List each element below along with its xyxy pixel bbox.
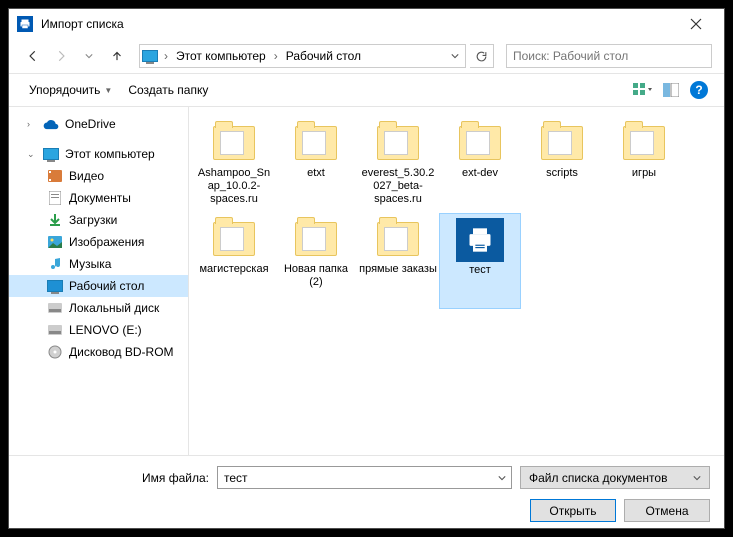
cancel-button[interactable]: Отмена <box>624 499 710 522</box>
folder-icon <box>541 126 583 160</box>
file-label: scripts <box>546 167 578 180</box>
file-item[interactable]: игры <box>603 117 685 213</box>
up-button[interactable] <box>105 44 129 68</box>
tree-local-disk[interactable]: Локальный диск <box>9 297 188 319</box>
file-item[interactable]: магистерская <box>193 213 275 309</box>
filename-dropdown[interactable] <box>493 467 511 488</box>
video-icon <box>47 168 63 184</box>
folder-icon <box>377 126 419 160</box>
file-label: тест <box>469 264 491 277</box>
filename-input[interactable] <box>218 467 493 488</box>
file-label: etxt <box>307 167 325 180</box>
nav-row: › Этот компьютер › Рабочий стол <box>9 39 724 73</box>
close-icon <box>690 18 702 30</box>
file-item[interactable]: ext-dev <box>439 117 521 213</box>
search-input[interactable] <box>513 49 705 63</box>
drive-icon <box>47 322 63 338</box>
cloud-icon <box>43 116 59 132</box>
folder-icon <box>459 126 501 160</box>
tree-this-pc[interactable]: ⌄Этот компьютер <box>9 143 188 165</box>
file-label: магистерская <box>199 263 268 276</box>
tree-downloads[interactable]: Загрузки <box>9 209 188 231</box>
file-dialog: Импорт списка › Этот компьютер › Рабочий… <box>8 8 725 529</box>
document-icon <box>47 190 63 206</box>
breadcrumb-root[interactable]: Этот компьютер <box>174 49 268 63</box>
tree-documents[interactable]: Документы <box>9 187 188 209</box>
filename-combo[interactable] <box>217 466 512 489</box>
file-label: ext-dev <box>462 167 498 180</box>
file-item[interactable]: тест <box>439 213 521 309</box>
refresh-button[interactable] <box>470 44 494 68</box>
disc-icon <box>47 344 63 360</box>
tree-bd[interactable]: Дисковод BD-ROM <box>9 341 188 363</box>
address-bar[interactable]: › Этот компьютер › Рабочий стол <box>139 44 466 68</box>
address-dropdown[interactable] <box>447 49 463 63</box>
toolbar: Упорядочить▼ Создать папку ? <box>9 73 724 107</box>
help-button[interactable]: ? <box>686 78 712 102</box>
filename-label: Имя файла: <box>23 471 209 485</box>
folder-icon <box>213 222 255 256</box>
file-type-filter[interactable]: Файл списка документов <box>520 466 710 489</box>
search-box[interactable] <box>506 44 712 68</box>
folder-icon <box>377 222 419 256</box>
folder-icon <box>623 126 665 160</box>
tree-lenovo[interactable]: LENOVO (E:) <box>9 319 188 341</box>
download-icon <box>47 212 63 228</box>
tree-music[interactable]: Музыка <box>9 253 188 275</box>
file-item[interactable]: etxt <box>275 117 357 213</box>
forward-button[interactable] <box>49 44 73 68</box>
file-item[interactable]: everest_5.30.2027_beta-spaces.ru <box>357 117 439 213</box>
folder-icon <box>295 222 337 256</box>
file-label: Новая папка (2) <box>277 263 355 289</box>
folder-icon <box>295 126 337 160</box>
window-title: Импорт списка <box>41 17 676 31</box>
preview-button[interactable] <box>658 78 684 102</box>
chevron-icon: › <box>272 49 280 63</box>
file-item[interactable]: Новая папка (2) <box>275 213 357 309</box>
body: ›OneDrive ⌄Этот компьютер Видео Документ… <box>9 107 724 455</box>
file-item[interactable]: прямые заказы <box>357 213 439 309</box>
pc-icon <box>142 48 158 64</box>
file-label: everest_5.30.2027_beta-spaces.ru <box>359 167 437 206</box>
file-label: прямые заказы <box>359 263 437 276</box>
tree-desktop[interactable]: Рабочий стол <box>9 275 188 297</box>
drive-icon <box>47 300 63 316</box>
picture-icon <box>47 234 63 250</box>
folder-icon <box>213 126 255 160</box>
desktop-icon <box>47 278 63 294</box>
tree-pictures[interactable]: Изображения <box>9 231 188 253</box>
new-folder-button[interactable]: Создать папку <box>120 79 216 101</box>
file-list[interactable]: Ashampoo_Snap_10.0.2-spaces.ru etxt everes… <box>189 107 724 455</box>
nav-tree: ›OneDrive ⌄Этот компьютер Видео Документ… <box>9 107 189 455</box>
file-label: Ashampoo_Snap_10.0.2-spaces.ru <box>195 167 273 206</box>
chevron-icon: › <box>162 49 170 63</box>
printer-icon <box>17 16 33 32</box>
organize-button[interactable]: Упорядочить▼ <box>21 79 120 101</box>
breadcrumb-location[interactable]: Рабочий стол <box>284 49 363 63</box>
open-button[interactable]: Открыть <box>530 499 616 522</box>
file-item[interactable]: scripts <box>521 117 603 213</box>
printer-icon <box>456 218 504 262</box>
music-icon <box>47 256 63 272</box>
back-button[interactable] <box>21 44 45 68</box>
titlebar: Импорт списка <box>9 9 724 39</box>
tree-onedrive[interactable]: ›OneDrive <box>9 113 188 135</box>
recent-dropdown[interactable] <box>77 44 101 68</box>
help-icon: ? <box>690 81 708 99</box>
pc-icon <box>43 146 59 162</box>
footer: Имя файла: Файл списка документов Открыт… <box>9 455 724 529</box>
file-label: игры <box>632 167 656 180</box>
view-button[interactable] <box>630 78 656 102</box>
tree-videos[interactable]: Видео <box>9 165 188 187</box>
file-item[interactable]: Ashampoo_Snap_10.0.2-spaces.ru <box>193 117 275 213</box>
close-button[interactable] <box>676 10 716 38</box>
